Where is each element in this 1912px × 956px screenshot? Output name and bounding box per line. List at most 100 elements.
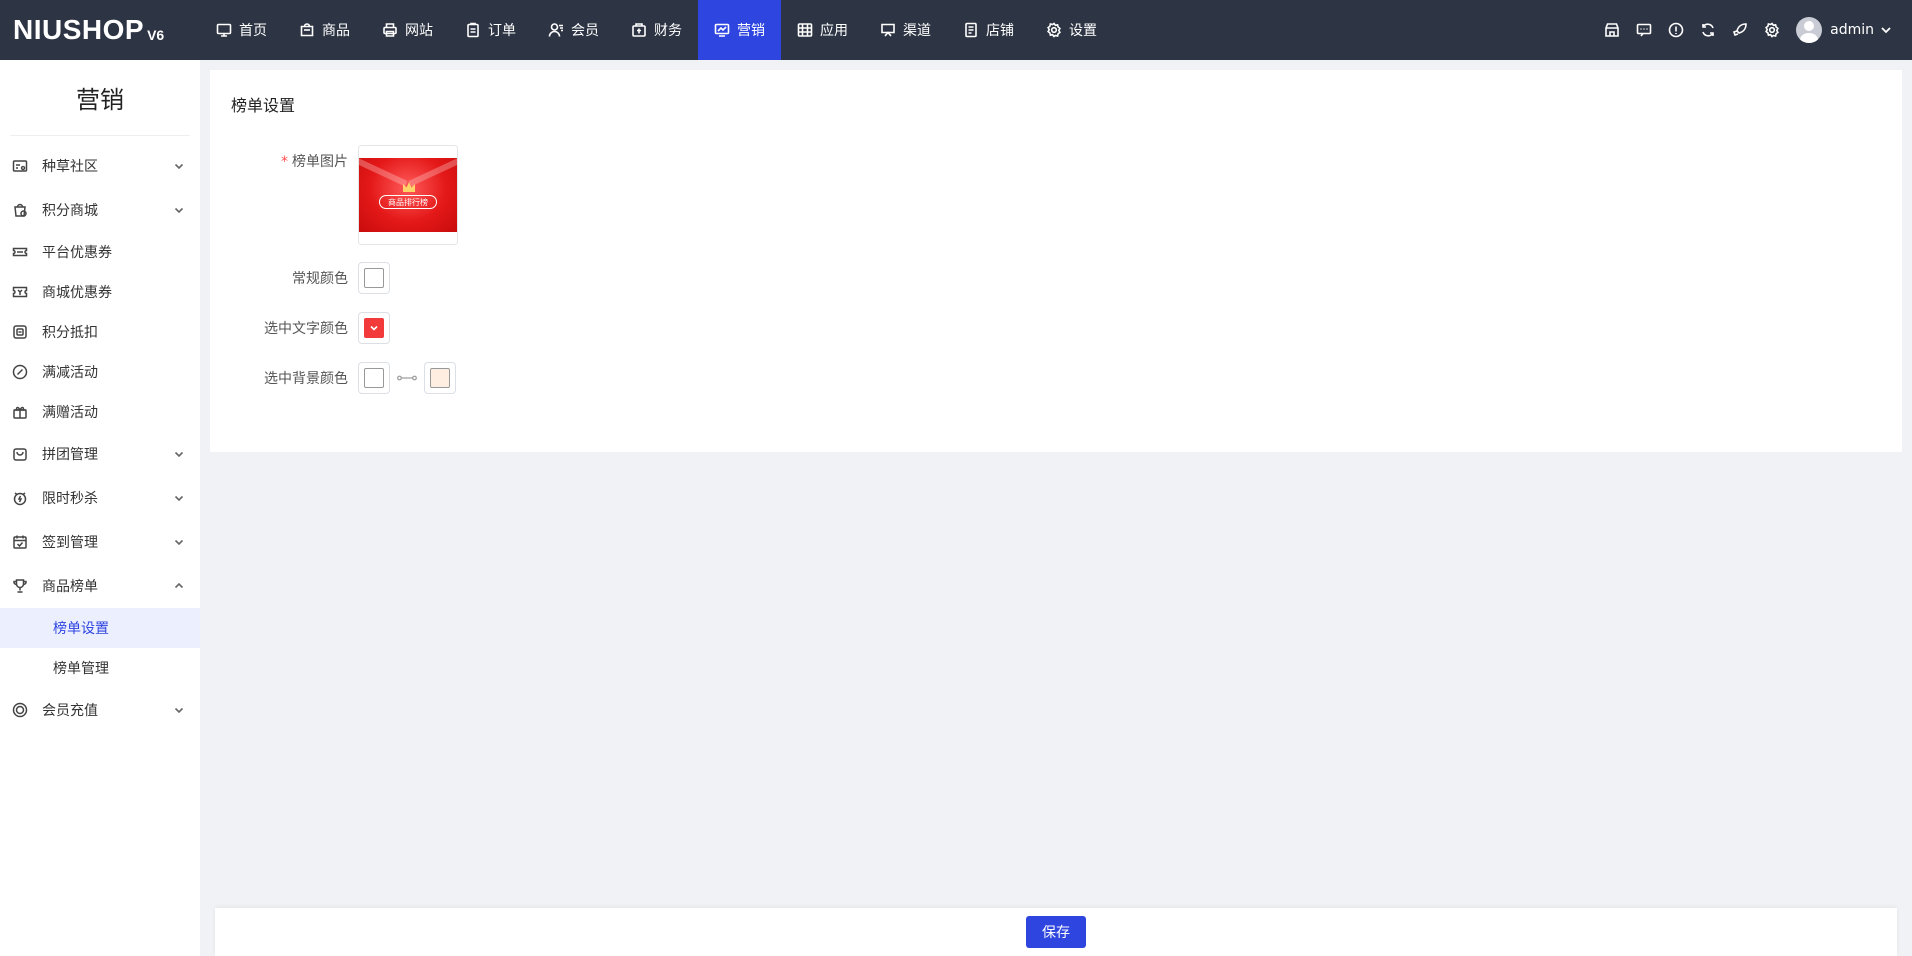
selected-bg-color-start-picker[interactable] [358, 362, 390, 394]
selected-bg-color-label: 选中背景颜色 [264, 371, 348, 387]
deduct-icon [13, 325, 27, 339]
monitor-icon [216, 23, 232, 37]
settings-gear-icon[interactable] [1756, 0, 1788, 60]
image-label: * 榜单图片 [281, 154, 348, 170]
sidebar-item-group-buy[interactable]: 拼团管理 [0, 432, 200, 476]
chevron-down-icon [174, 707, 184, 714]
top-navbar: NIUSHOP V6 首页 商品 网站 订单 会员 财务 营销 应用 渠道 店铺… [0, 0, 1912, 60]
ranking-banner-image: 商品排行榜 [359, 158, 457, 232]
calendar-icon [13, 535, 27, 549]
sidebar-item-community[interactable]: 种草社区 [0, 144, 200, 188]
trophy-icon [13, 579, 27, 593]
chevron-down-icon [370, 325, 378, 331]
selected-bg-color-end-picker[interactable] [424, 362, 456, 394]
printer-icon [383, 23, 397, 37]
sidebar-item-platform-coupon[interactable]: 平台优惠券 [0, 232, 200, 272]
selected-text-color-value [364, 318, 384, 338]
selected-text-color-picker[interactable] [358, 312, 390, 344]
settings-card: 榜单设置 * 榜单图片 商品排行榜 常规颜色 选中文字颜色 选中背景颜色 [210, 70, 1902, 452]
sidebar-item-goods-ranking[interactable]: 商品榜单 [0, 564, 200, 608]
ticket-icon [12, 286, 28, 298]
form-row-image: * 榜单图片 商品排行榜 [210, 145, 458, 245]
normal-color-picker[interactable] [358, 262, 390, 294]
gradient-link-icon [395, 362, 419, 394]
ranking-image-upload[interactable]: 商品排行榜 [358, 145, 458, 245]
sidebar-item-mall-coupon[interactable]: 商城优惠券 [0, 272, 200, 312]
sidebar-item-points-mall[interactable]: 积分商城 [0, 188, 200, 232]
form-row-normal-color: 常规颜色 [210, 262, 390, 294]
nav-item-home[interactable]: 首页 [200, 0, 283, 60]
clipboard-icon [467, 22, 479, 38]
banner-text: 商品排行榜 [379, 195, 437, 209]
logo-brand: NIUSHOP [13, 14, 145, 45]
marketing-icon [714, 23, 730, 37]
required-mark: * [281, 154, 288, 170]
nav-item-marketing[interactable]: 营销 [698, 0, 781, 60]
chevron-down-icon [174, 207, 184, 214]
wallet-icon [632, 23, 646, 37]
nav-item-finance[interactable]: 财务 [615, 0, 698, 60]
channel-icon [881, 23, 895, 37]
bg-color-start-value [364, 368, 384, 388]
page-title: 榜单设置 [231, 96, 296, 115]
coupon-icon [12, 247, 28, 257]
form-row-selected-bg-color: 选中背景颜色 [210, 362, 456, 394]
grid-icon [797, 23, 813, 37]
sidebar-title: 营销 [10, 60, 190, 136]
user-menu[interactable]: admin [1796, 17, 1892, 43]
chevron-down-icon [174, 451, 184, 458]
sidebar-item-points-deduct[interactable]: 积分抵扣 [0, 312, 200, 352]
sidebar-subitem-ranking-settings[interactable]: 榜单设置 [0, 608, 200, 648]
bag-icon [300, 23, 314, 37]
sidebar-item-member-recharge[interactable]: 会员充值 [0, 688, 200, 732]
selected-text-color-label: 选中文字颜色 [264, 321, 348, 337]
nav-item-member[interactable]: 会员 [532, 0, 615, 60]
sidebar-subitem-ranking-manage[interactable]: 榜单管理 [0, 648, 200, 688]
community-icon [12, 160, 28, 172]
chevron-down-icon [1881, 27, 1891, 34]
flash-sale-icon [13, 492, 27, 506]
form-row-selected-text-color: 选中文字颜色 [210, 312, 390, 344]
nav-item-site[interactable]: 网站 [366, 0, 449, 60]
logo-version: V6 [147, 27, 165, 43]
sidebar-item-signin[interactable]: 签到管理 [0, 520, 200, 564]
nav-item-apps[interactable]: 应用 [781, 0, 864, 60]
gift-icon [13, 406, 27, 419]
message-icon[interactable] [1628, 0, 1660, 60]
group-buy-icon [13, 448, 27, 461]
sidebar-item-flash-sale[interactable]: 限时秒杀 [0, 476, 200, 520]
rocket-icon[interactable] [1724, 0, 1756, 60]
nav-item-goods[interactable]: 商品 [283, 0, 366, 60]
main-nav: 首页 商品 网站 订单 会员 财务 营销 应用 渠道 店铺 设置 [200, 0, 1113, 60]
user-icon [548, 23, 563, 37]
username: admin [1830, 22, 1874, 38]
shop-icon[interactable] [1596, 0, 1628, 60]
chevron-down-icon [174, 495, 184, 502]
top-right-tools: admin [1596, 0, 1912, 60]
save-button[interactable]: 保存 [1026, 916, 1086, 948]
nav-item-order[interactable]: 订单 [449, 0, 532, 60]
recharge-icon [12, 702, 28, 718]
nav-item-settings[interactable]: 设置 [1030, 0, 1113, 60]
store-icon [965, 22, 977, 38]
nav-item-store[interactable]: 店铺 [947, 0, 1030, 60]
info-icon[interactable] [1660, 0, 1692, 60]
chevron-down-icon [174, 539, 184, 546]
sidebar: 营销 种草社区 积分商城 平台优惠券 商城优惠券 积分抵扣 满减活动 满赠活动 … [0, 60, 200, 956]
sidebar-item-full-gift[interactable]: 满赠活动 [0, 392, 200, 432]
gear-icon [1047, 22, 1061, 38]
logo[interactable]: NIUSHOP V6 [0, 0, 200, 60]
normal-color-label: 常规颜色 [292, 271, 348, 287]
chevron-down-icon [174, 163, 184, 170]
chevron-up-icon [174, 582, 184, 589]
avatar [1796, 17, 1823, 43]
footer-bar: 保存 [215, 908, 1897, 956]
bg-color-end-value [430, 368, 450, 388]
normal-color-value [364, 268, 384, 288]
sidebar-menu: 种草社区 积分商城 平台优惠券 商城优惠券 积分抵扣 满减活动 满赠活动 拼团管… [0, 136, 200, 732]
refresh-icon[interactable] [1692, 0, 1724, 60]
sidebar-item-full-reduction[interactable]: 满减活动 [0, 352, 200, 392]
points-mall-icon [14, 203, 27, 217]
nav-item-channel[interactable]: 渠道 [864, 0, 947, 60]
discount-icon [12, 364, 28, 380]
